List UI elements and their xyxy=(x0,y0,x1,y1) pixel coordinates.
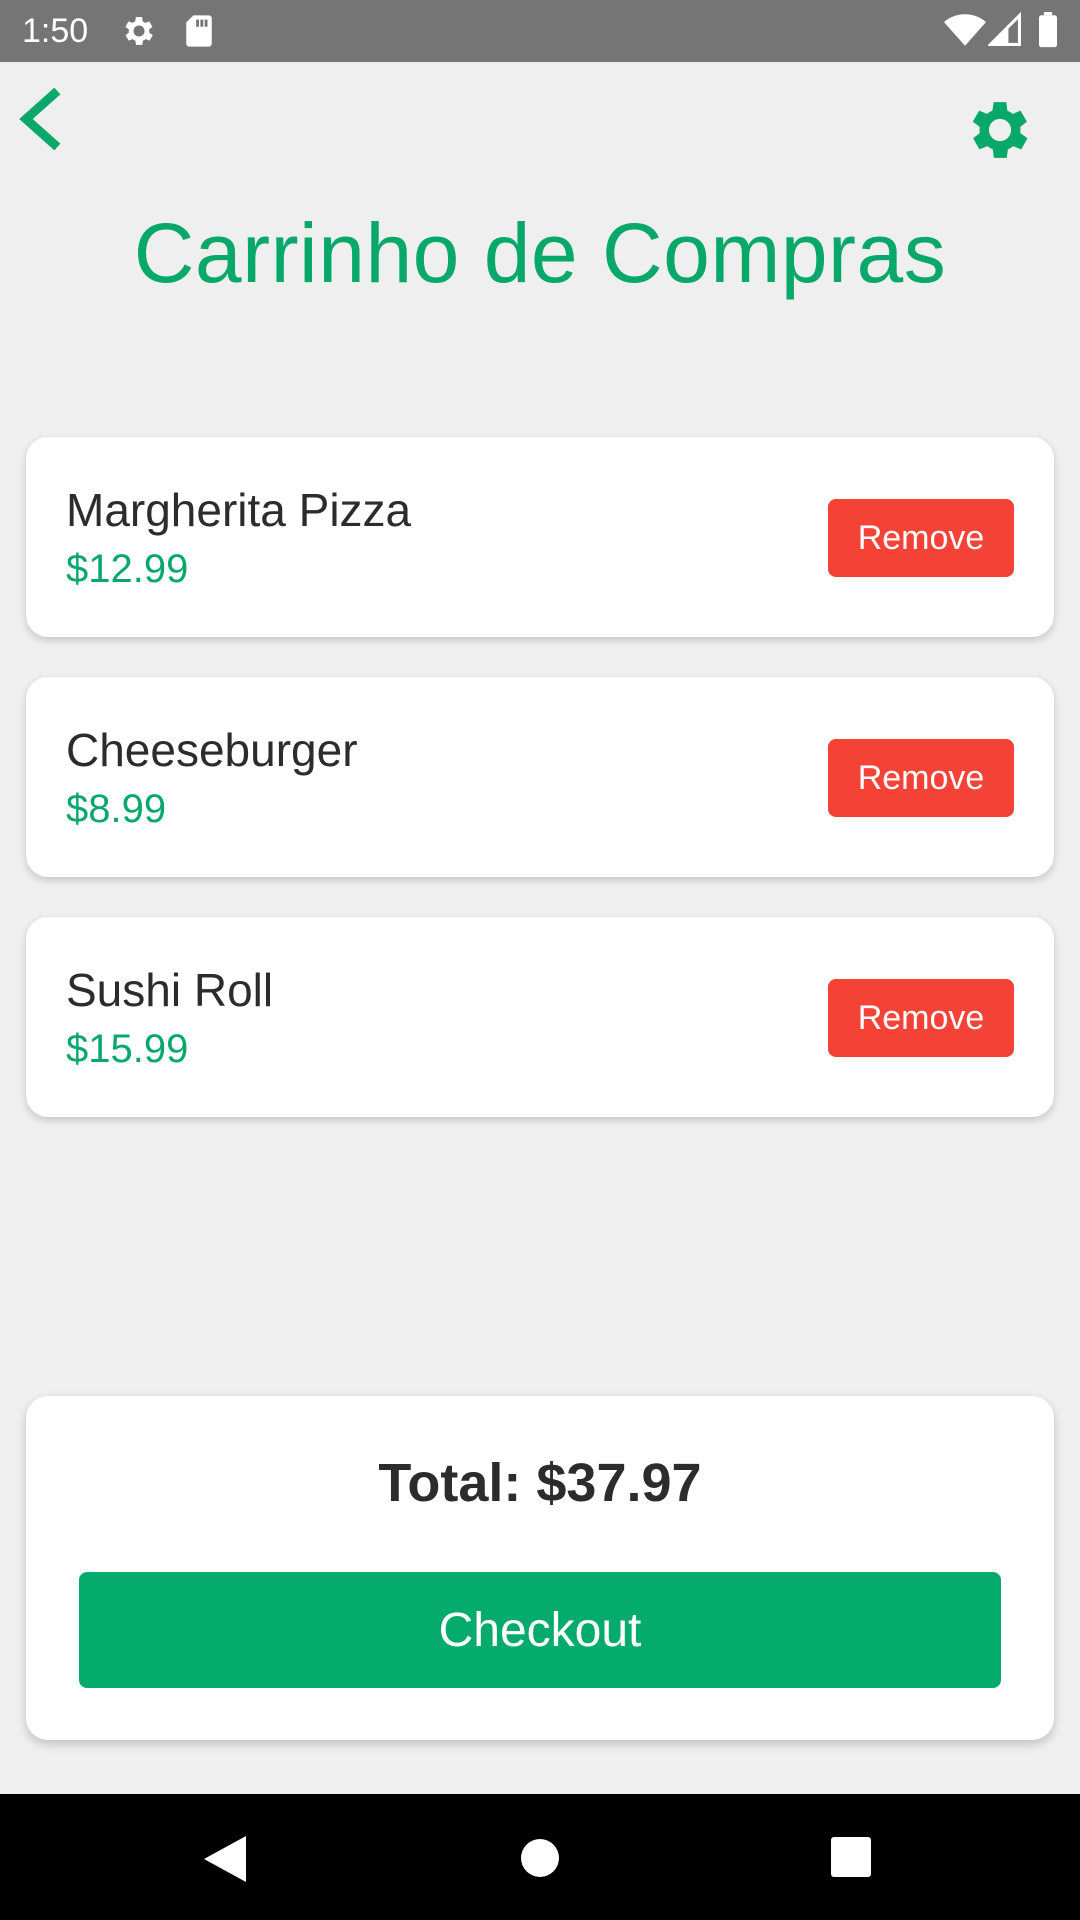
signal-icon xyxy=(988,12,1021,46)
remove-button[interactable]: Remove xyxy=(828,979,1014,1057)
total-amount: Total: $37.97 xyxy=(378,1453,702,1513)
settings-button[interactable] xyxy=(962,92,1038,168)
status-bar: 1:50 xyxy=(0,0,1080,62)
item-price: $8.99 xyxy=(66,787,167,831)
back-button[interactable] xyxy=(14,88,66,150)
remove-button[interactable]: Remove xyxy=(828,499,1014,577)
sd-card-icon xyxy=(186,15,212,47)
item-price: $12.99 xyxy=(66,547,189,591)
cart-list: Margherita Pizza $12.99 Remove Cheesebur… xyxy=(26,437,1054,1157)
remove-button[interactable]: Remove xyxy=(828,739,1014,817)
status-time: 1:50 xyxy=(22,12,89,50)
gear-icon xyxy=(972,102,1028,158)
nav-recents-icon[interactable] xyxy=(830,1836,872,1878)
cart-item: Margherita Pizza $12.99 Remove xyxy=(26,437,1054,637)
total-card: Total: $37.97 Checkout xyxy=(26,1396,1054,1740)
nav-home-icon[interactable] xyxy=(520,1838,560,1878)
item-name: Cheeseburger xyxy=(66,724,358,776)
cart-item: Cheeseburger $8.99 Remove xyxy=(26,677,1054,877)
item-price: $15.99 xyxy=(66,1027,189,1071)
checkout-button[interactable]: Checkout xyxy=(79,1572,1001,1688)
battery-icon xyxy=(1039,12,1057,48)
wifi-icon xyxy=(944,14,986,46)
gear-icon xyxy=(125,17,153,45)
page-title: Carrinho de Compras xyxy=(133,206,947,300)
navigation-bar xyxy=(0,1794,1080,1920)
nav-back-icon[interactable] xyxy=(202,1834,248,1884)
item-name: Sushi Roll xyxy=(66,964,274,1016)
item-name: Margherita Pizza xyxy=(66,484,412,536)
cart-item: Sushi Roll $15.99 Remove xyxy=(26,917,1054,1117)
